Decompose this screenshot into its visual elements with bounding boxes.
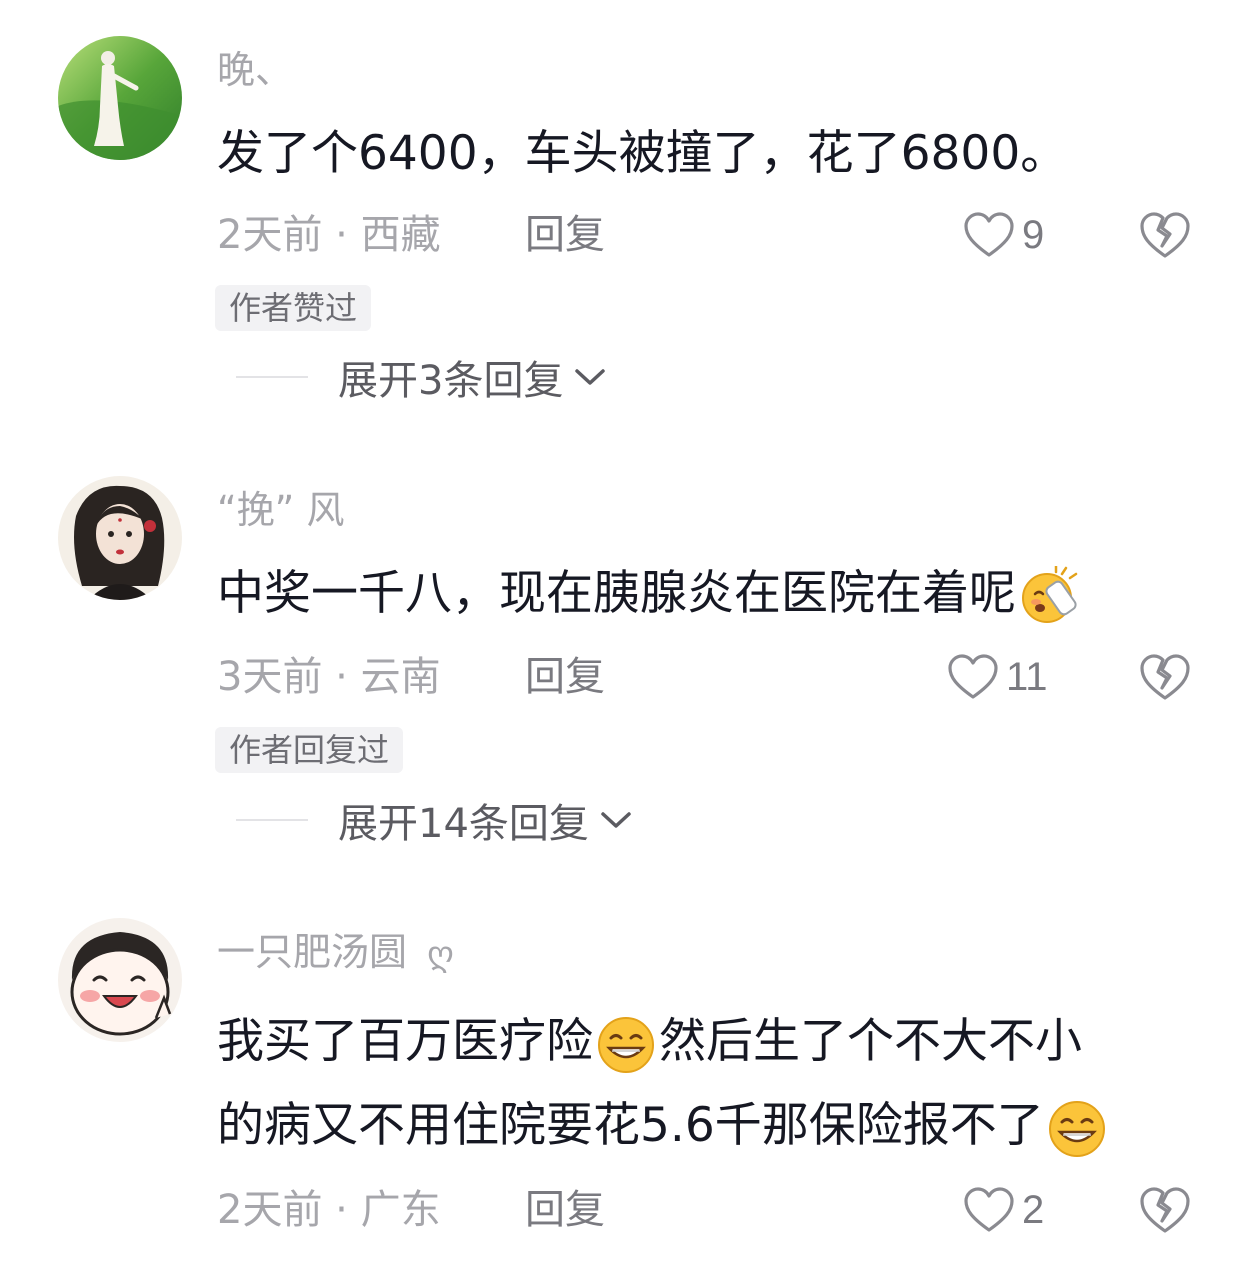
comment-text-part: 中奖一千八，现在胰腺炎在医院在着呢 <box>217 566 1016 621</box>
like-count: 11 <box>1006 654 1048 699</box>
comment-text-part: 的病又不用住院要花5.6千那保险报不了 <box>217 1098 1044 1153</box>
chevron-down-icon <box>601 812 631 828</box>
author-replied-badge: 作者回复过 <box>215 727 404 773</box>
avatar[interactable] <box>58 918 182 1042</box>
like-count: 2 <box>1022 1187 1045 1232</box>
username-suffix: ღ <box>427 934 454 974</box>
comment-text: 中奖一千八，现在胰腺炎在医院在着呢 <box>217 552 1207 636</box>
broken-heart-icon <box>1140 212 1190 258</box>
reply-button[interactable]: 回复 <box>525 652 605 702</box>
avatar[interactable] <box>58 476 182 600</box>
author-liked-badge: 作者赞过 <box>215 285 372 331</box>
username-text: 一只肥汤圆 <box>217 930 408 974</box>
like-button[interactable]: 9 <box>962 210 1044 260</box>
grinning-emoji <box>598 1016 654 1073</box>
like-button[interactable]: 2 <box>962 1185 1044 1235</box>
reply-button[interactable]: 回复 <box>525 1185 605 1235</box>
heart-outline-icon <box>964 1187 1014 1232</box>
comment-text-part: 然后生了个不大不小 <box>659 1014 1082 1069</box>
dislike-button[interactable] <box>1138 1185 1192 1235</box>
divider <box>236 376 308 378</box>
comment-text-part: 发了个6400，车头被撞了，花了6800。 <box>217 126 1068 181</box>
reply-button[interactable]: 回复 <box>525 210 605 260</box>
expand-replies-label: 展开14条回复 <box>338 801 589 847</box>
divider <box>236 819 308 821</box>
username[interactable]: “挽” 风 <box>217 486 344 534</box>
broken-heart-icon <box>1140 1187 1190 1233</box>
comment-meta: 2天前 · 广东 <box>217 1187 441 1233</box>
expand-replies-label: 展开3条回复 <box>338 358 564 404</box>
comment-item: 晚、 发了个6400，车头被撞了，花了6800。 2天前 · 西藏 回复 9 作… <box>0 0 1260 430</box>
comment-item: “挽” 风 中奖一千八，现在胰腺炎在医院在着呢 3天前 · 云南 回复 11 作… <box>0 440 1260 880</box>
avatar[interactable] <box>58 36 182 160</box>
comment-meta: 3天前 · 云南 <box>217 654 441 700</box>
comment-meta: 2天前 · 西藏 <box>217 212 441 258</box>
comment-text-line: 的病又不用住院要花5.6千那保险报不了 <box>217 1084 1207 1168</box>
expand-replies-button[interactable]: 展开14条回复 <box>236 795 633 847</box>
comment-text-line: 我买了百万医疗险 然后生了个不大不小 <box>217 1000 1207 1084</box>
comment-text: 我买了百万医疗险 然后生了个不大不小 的病又不用住院要花5.6千那保险报不了 <box>217 1000 1207 1168</box>
grinning-emoji <box>1048 1100 1105 1157</box>
dislike-button[interactable] <box>1138 210 1192 260</box>
comment-item: 一只肥汤圆 ღ 我买了百万医疗险 然后生了个不大不小 的病又不用住院要花5.6千… <box>0 880 1260 1268</box>
broken-heart-icon <box>1140 654 1190 700</box>
username[interactable]: 一只肥汤圆 ღ <box>217 928 454 978</box>
expand-replies-button[interactable]: 展开3条回复 <box>236 352 607 404</box>
like-count: 9 <box>1022 212 1045 257</box>
username[interactable]: 晚、 <box>217 46 293 94</box>
comment-text: 发了个6400，车头被撞了，花了6800。 <box>217 112 1207 196</box>
heart-outline-icon <box>948 654 998 699</box>
comment-text-part: 我买了百万医疗险 <box>217 1014 593 1069</box>
sick-emoji <box>1022 565 1078 623</box>
chevron-down-icon <box>575 369 606 385</box>
heart-outline-icon <box>964 212 1014 257</box>
dislike-button[interactable] <box>1138 652 1192 702</box>
like-button[interactable]: 11 <box>946 652 1048 702</box>
